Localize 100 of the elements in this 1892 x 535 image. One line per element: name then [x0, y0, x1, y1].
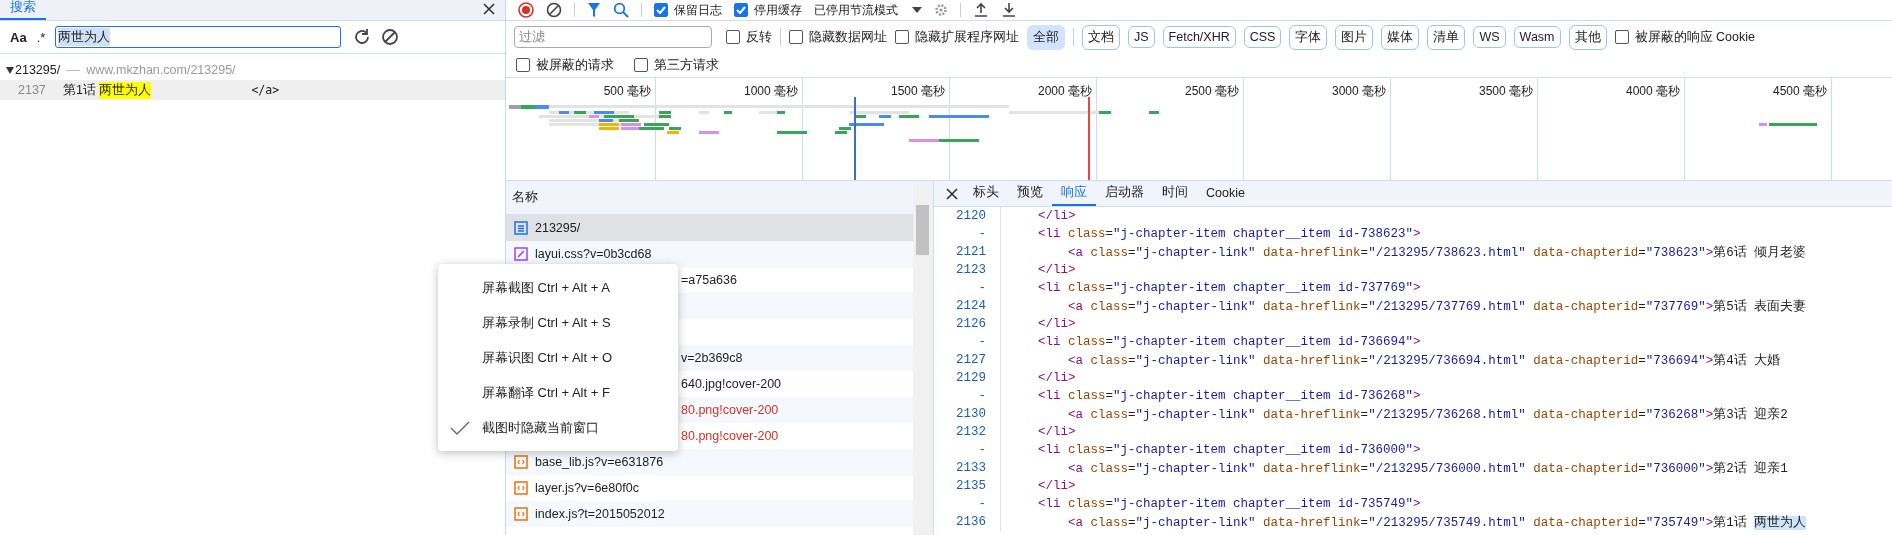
type-filter-chip[interactable]: WS	[1473, 26, 1506, 48]
type-filter-chip[interactable]: 媒体	[1381, 24, 1420, 50]
checkbox-label: 停用缓存	[754, 1, 802, 19]
checkbox-label: 被屏蔽的响应 Cookie	[1634, 28, 1755, 46]
menu-item[interactable]: 屏幕录制 Ctrl + Alt + S	[438, 305, 678, 340]
type-filter-chip[interactable]: Fetch/XHR	[1162, 26, 1236, 48]
search-icon[interactable]	[613, 2, 629, 18]
type-filter-chip[interactable]: JS	[1128, 26, 1155, 48]
scrollbar-thumb[interactable]	[916, 205, 929, 255]
details-tab[interactable]: 标头	[964, 181, 1008, 206]
document-icon	[514, 221, 528, 235]
request-row[interactable]: index.js?t=2015052012	[506, 501, 913, 527]
line-number: 2120	[934, 207, 1001, 225]
request-name: layui.css?v=0b3cd68	[535, 247, 652, 261]
checkbox[interactable]	[1614, 30, 1629, 44]
search-option[interactable]: .*	[36, 29, 46, 45]
checkbox-label: 隐藏扩展程序网址	[915, 28, 1019, 46]
filter-field[interactable]: 过滤	[514, 26, 712, 48]
details-tab[interactable]: 响应	[1052, 181, 1096, 206]
details-tab[interactable]: 启动器	[1096, 181, 1153, 206]
close-icon[interactable]	[946, 187, 958, 200]
checkbox[interactable]	[634, 58, 648, 72]
clear-icon[interactable]	[381, 28, 400, 46]
record-icon[interactable]	[518, 2, 534, 18]
code-line: <a class="j-chapter-link" data-hreflink="/213295/736268.html" data-chapterid="736268">第3话 迎亲2	[1067, 406, 1788, 423]
search-option[interactable]: Aa	[10, 29, 27, 45]
result-file[interactable]: 213295/	[15, 63, 61, 77]
details-tab[interactable]: 时间	[1153, 181, 1197, 206]
type-filter-chip[interactable]: 文档	[1082, 24, 1120, 50]
line-number: 2136	[934, 513, 1001, 531]
script-icon	[514, 455, 528, 469]
close-icon[interactable]	[483, 3, 495, 15]
code-line: <li class="j-chapter-item chapter__item id-736694">	[1037, 335, 1421, 349]
request-row[interactable]: layui.css?v=0b3cd68	[506, 241, 913, 267]
type-filter-chip[interactable]: 字体	[1289, 24, 1328, 50]
checkbox[interactable]	[654, 3, 668, 17]
type-filter-chip[interactable]: 全部	[1027, 24, 1065, 50]
gear-icon[interactable]	[934, 3, 948, 17]
time-tick-label: 3500 毫秒	[1478, 83, 1533, 98]
line-number: -	[934, 387, 1001, 405]
filter-icon[interactable]	[587, 2, 601, 18]
details-tab[interactable]: 预览	[1008, 181, 1052, 206]
type-filter-chip[interactable]: CSS	[1243, 26, 1282, 48]
checkbox[interactable]	[516, 58, 530, 72]
code-line: <li class="j-chapter-item chapter__item id-737769">	[1037, 281, 1421, 295]
code-line: <li class="j-chapter-item chapter__item id-736000">	[1037, 443, 1421, 457]
details-tab[interactable]: Cookie	[1197, 181, 1254, 206]
code-line: </li>	[1037, 479, 1076, 493]
search-field[interactable]: 两世为人	[55, 26, 342, 48]
code-line: </li>	[1037, 425, 1076, 439]
code-line: <li class="j-chapter-item chapter__item id-735749">	[1037, 497, 1421, 511]
line-number: 2135	[934, 477, 1001, 495]
checkbox[interactable]	[734, 3, 748, 17]
time-tick-label: 4500 毫秒	[1772, 83, 1827, 98]
request-name: base_lib.js?v=e631876	[535, 455, 664, 469]
request-row[interactable]: base_lib.js?v=e631876	[506, 449, 913, 475]
line-number: 2129	[934, 369, 1001, 387]
clear-icon[interactable]	[546, 2, 562, 18]
type-filter-chip[interactable]: 清单	[1427, 24, 1466, 50]
upload-icon[interactable]	[973, 2, 989, 18]
time-tick-label: 2500 毫秒	[1184, 83, 1239, 98]
script-icon	[514, 481, 528, 495]
throttling-dropdown[interactable]: 已停用节流模式	[814, 1, 922, 19]
time-tick-label: 500 毫秒	[603, 83, 651, 98]
result-url: www.mkzhan.com/213295/	[86, 63, 236, 77]
column-header[interactable]: 名称	[506, 181, 913, 215]
line-number: 2121	[934, 243, 1001, 261]
refresh-icon[interactable]	[353, 28, 372, 46]
menu-item[interactable]: 屏幕截图 Ctrl + Alt + A	[438, 270, 678, 305]
request-row[interactable]: layer.js?v=6e80f0c	[506, 475, 913, 501]
type-filter-chip[interactable]: Wasm	[1513, 26, 1561, 48]
checkbox[interactable]	[789, 30, 803, 44]
line-number: -	[934, 333, 1001, 351]
request-name: v=2b369c8	[681, 351, 743, 365]
download-icon[interactable]	[1001, 2, 1017, 18]
request-name: 80.png!cover-200	[681, 403, 779, 417]
code-line: </li>	[1037, 263, 1076, 277]
line-number: 2126	[934, 315, 1001, 333]
code-line: <li class="j-chapter-item chapter__item id-736268">	[1037, 389, 1421, 403]
expand-triangle-icon[interactable]	[6, 66, 14, 74]
type-filter-chip[interactable]: 其他	[1568, 24, 1607, 50]
request-row[interactable]: 213295/	[506, 215, 913, 241]
time-tick-label: 2000 毫秒	[1037, 83, 1092, 98]
code-line: </li>	[1037, 371, 1076, 385]
line-number: -	[934, 495, 1001, 513]
line-number: 2123	[934, 261, 1001, 279]
request-name: 213295/	[535, 221, 581, 235]
search-tab[interactable]: 搜索	[0, 0, 46, 20]
match-row[interactable]: 2137 第1话 两世为人 </a>	[0, 80, 505, 100]
line-number: 2133	[934, 459, 1001, 477]
checkbox[interactable]	[895, 30, 909, 44]
checkbox-label: 保留日志	[674, 1, 722, 19]
caret-icon[interactable]	[912, 7, 922, 13]
checkbox-label: 被屏蔽的请求	[536, 56, 614, 74]
checkbox[interactable]	[726, 30, 740, 44]
line-number: 2130	[934, 405, 1001, 423]
type-filter-chip[interactable]: 图片	[1335, 24, 1374, 50]
line-number: -	[934, 441, 1001, 459]
line-number: 2127	[934, 351, 1001, 369]
script-icon	[514, 507, 528, 521]
